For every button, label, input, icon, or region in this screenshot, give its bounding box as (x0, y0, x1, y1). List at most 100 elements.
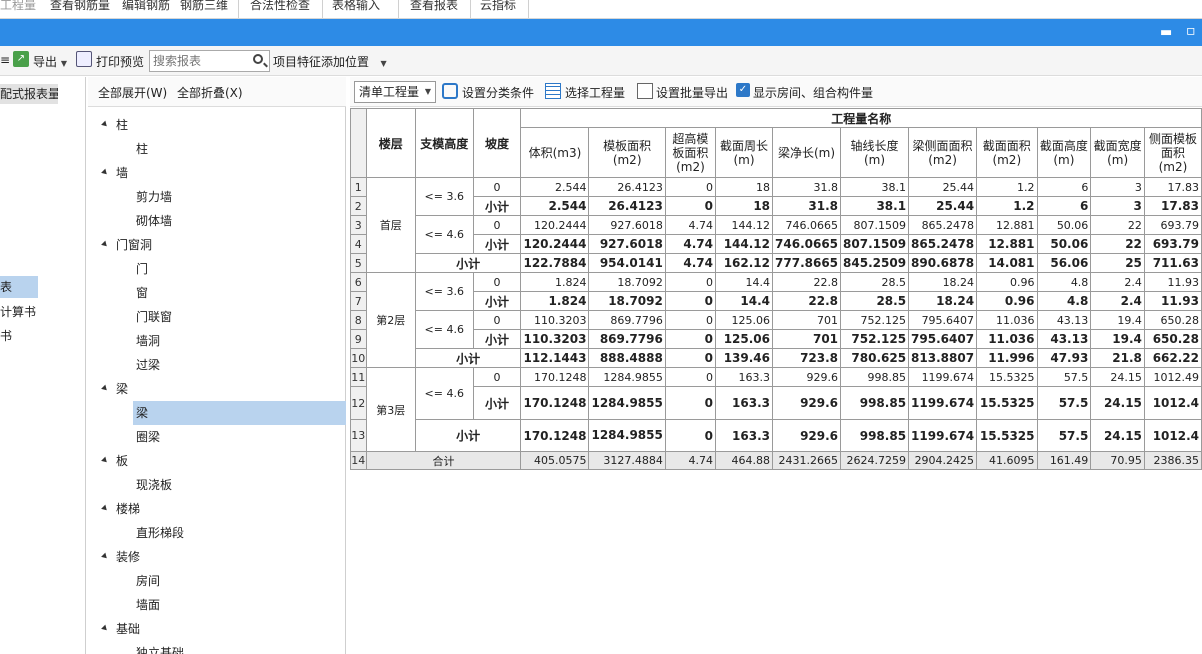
grid-cell[interactable]: 22 (1090, 234, 1145, 254)
grid-cell[interactable]: 711.63 (1143, 253, 1202, 273)
grid-cell[interactable]: 929.6 (772, 419, 842, 452)
tree-item[interactable]: 圈梁 (136, 425, 160, 449)
tree-group[interactable]: 楼梯 (116, 497, 140, 521)
column-header[interactable]: 梁侧面面积(m2) (908, 127, 978, 178)
grid-cell[interactable]: 2386.35 (1143, 451, 1202, 470)
show-room-checkbox[interactable]: ✓ (736, 83, 750, 97)
grid-cell[interactable]: 170.1248 (520, 419, 590, 452)
tree-item[interactable]: 砌体墙 (136, 209, 172, 233)
grid-cell[interactable]: 43.13 (1036, 329, 1092, 349)
grid-cell[interactable]: 3 (1090, 196, 1145, 216)
print-preview-button[interactable]: 打印预览 (96, 53, 144, 70)
expand-toggle-icon[interactable] (101, 504, 109, 513)
grid-cell[interactable]: 1284.9855 (588, 367, 666, 387)
grid-cell[interactable]: 929.6 (772, 367, 842, 387)
grid-cell[interactable]: 43.13 (1036, 310, 1092, 330)
grid-cell[interactable]: 0 (664, 310, 717, 330)
grid-cell[interactable]: 3 (1090, 177, 1145, 197)
grid-cell[interactable]: 15.5325 (976, 419, 1038, 452)
grid-cell[interactable]: 14.4 (714, 272, 774, 292)
grid-cell[interactable]: 3127.4884 (588, 451, 666, 470)
grid-cell[interactable]: 4.74 (664, 451, 717, 470)
column-header[interactable]: 梁净长(m) (772, 127, 842, 178)
grid-cell[interactable]: 12.881 (976, 215, 1038, 235)
grid-cell[interactable]: 139.46 (714, 348, 774, 368)
expand-toggle-icon[interactable] (101, 168, 109, 177)
grid-cell[interactable]: 998.85 (840, 367, 910, 387)
menu-icon[interactable]: ≡ (0, 53, 10, 67)
tree-item[interactable]: 梁 (136, 401, 148, 425)
grid-cell[interactable]: 0 (664, 291, 717, 311)
tree-item[interactable]: 柱 (136, 137, 148, 161)
grid-cell[interactable]: 4.74 (664, 215, 717, 235)
grid-cell[interactable]: 170.1248 (520, 386, 590, 420)
tree-item[interactable]: 门 (136, 257, 148, 281)
report-category-item[interactable]: 表 (0, 276, 38, 298)
grid-cell[interactable]: 865.2478 (908, 215, 978, 235)
grid-cell[interactable]: 998.85 (840, 419, 910, 452)
grid-cell[interactable]: 6 (1036, 196, 1092, 216)
grid-cell[interactable]: 2.544 (520, 177, 590, 197)
grid-cell[interactable]: 1012.4 (1143, 386, 1202, 420)
grid-cell[interactable]: 2904.2425 (908, 451, 978, 470)
tree-item[interactable]: 直形梯段 (136, 521, 184, 545)
grid-cell[interactable]: 18 (714, 196, 774, 216)
grid-cell[interactable]: 746.0665 (772, 234, 842, 254)
ribbon-tab-cloud-index[interactable]: 云指标 (480, 0, 516, 18)
grid-cell[interactable]: 4.8 (1036, 272, 1092, 292)
expand-toggle-icon[interactable] (101, 456, 109, 465)
grid-cell[interactable]: 21.8 (1090, 348, 1145, 368)
grid-cell[interactable]: 112.1443 (520, 348, 590, 368)
classify-settings-button[interactable]: 设置分类条件 (462, 84, 534, 101)
grid-cell[interactable]: 17.83 (1143, 196, 1202, 216)
grid-cell[interactable]: 1199.674 (908, 386, 978, 420)
grid-cell[interactable]: 4.8 (1036, 291, 1092, 311)
grid-cell[interactable]: 56.06 (1036, 253, 1092, 273)
grid-cell[interactable]: 2431.2665 (772, 451, 842, 470)
report-category-tab[interactable]: 配式报表量 (0, 84, 58, 104)
ribbon-tab-rebar-3d[interactable]: 钢筋三维 (180, 0, 228, 18)
grid-cell[interactable]: 888.4888 (588, 348, 666, 368)
column-header[interactable]: 模板面积(m2) (588, 127, 666, 178)
grid-cell[interactable]: 0 (664, 196, 717, 216)
tree-item[interactable]: 窗 (136, 281, 148, 305)
column-header[interactable]: 侧面模板面积(m2) (1143, 127, 1202, 178)
grid-cell[interactable]: 12.881 (976, 234, 1038, 254)
grid-cell[interactable]: 47.93 (1036, 348, 1092, 368)
grid-cell[interactable]: 57.5 (1036, 419, 1092, 452)
grid-cell[interactable]: 11.93 (1143, 272, 1202, 292)
grid-cell[interactable]: 2624.7259 (840, 451, 910, 470)
grid-cell[interactable]: 1.2 (976, 177, 1038, 197)
grid-cell[interactable]: 780.625 (840, 348, 910, 368)
grid-cell[interactable]: 2.544 (520, 196, 590, 216)
grid-cell[interactable]: 795.6407 (908, 310, 978, 330)
grid-cell[interactable]: 723.8 (772, 348, 842, 368)
tree-item[interactable]: 现浇板 (136, 473, 172, 497)
grid-cell[interactable]: 17.83 (1143, 177, 1202, 197)
grid-cell[interactable]: 125.06 (714, 329, 774, 349)
grid-cell[interactable]: 24.15 (1090, 386, 1145, 420)
expand-all-button[interactable]: 全部展开(W) (98, 84, 167, 101)
column-header[interactable]: 截面周长(m) (714, 127, 774, 178)
tree-item[interactable]: 房间 (136, 569, 160, 593)
column-header[interactable]: 超高模板面积(m2) (664, 127, 717, 178)
grid-cell[interactable]: 25 (1090, 253, 1145, 273)
expand-toggle-icon[interactable] (101, 120, 109, 129)
grid-cell[interactable]: 807.1509 (840, 215, 910, 235)
grid-cell[interactable]: 50.06 (1036, 215, 1092, 235)
grid-cell[interactable]: 405.0575 (520, 451, 590, 470)
grid-cell[interactable]: 28.5 (840, 272, 910, 292)
grid-cell[interactable]: 0 (664, 272, 717, 292)
tree-group[interactable]: 柱 (116, 113, 128, 137)
grid-cell[interactable]: 163.3 (714, 419, 774, 452)
feature-position-dropdown[interactable]: 项目特征添加位置 ▼ (273, 53, 387, 70)
grid-cell[interactable]: 701 (772, 310, 842, 330)
column-header[interactable]: 截面面积(m2) (976, 127, 1038, 178)
ribbon-tab-validity-check[interactable]: 合法性检查 (250, 0, 310, 18)
tree-item[interactable]: 剪力墙 (136, 185, 172, 209)
grid-cell[interactable]: 122.7884 (520, 253, 590, 273)
grid-cell[interactable]: 15.5325 (976, 386, 1038, 420)
grid-cell[interactable]: 4.74 (664, 253, 717, 273)
grid-cell[interactable]: 6 (1036, 177, 1092, 197)
grid-cell[interactable]: 998.85 (840, 386, 910, 420)
